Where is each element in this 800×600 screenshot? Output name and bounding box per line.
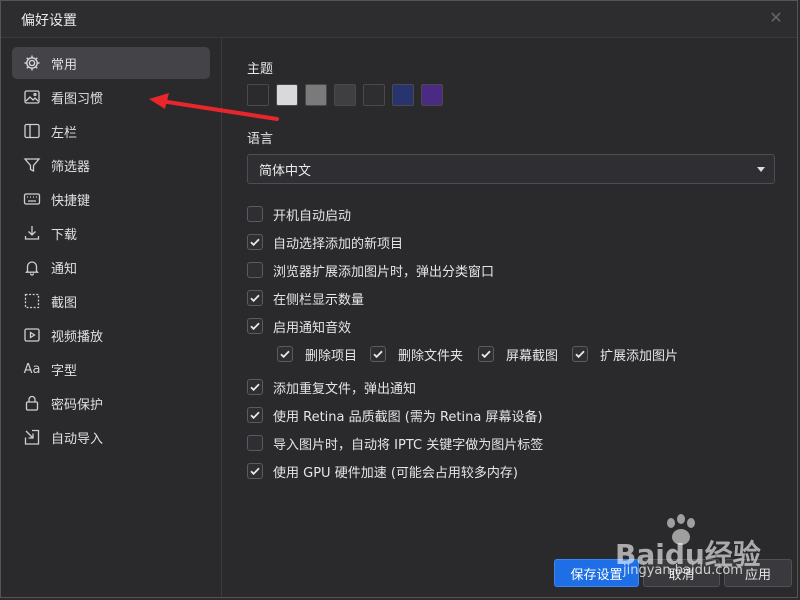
video-play-icon	[23, 326, 41, 344]
option-label: 在侧栏显示数量	[273, 292, 365, 308]
option-sidebar-count[interactable]: 在侧栏显示数量	[247, 288, 364, 308]
sidebar-item-shortcuts[interactable]: 快捷键	[12, 183, 210, 215]
option-label: 浏览器扩展添加图片时，弹出分类窗口	[273, 264, 495, 280]
option-label: 自动选择添加的新项目	[273, 236, 404, 252]
keyboard-icon	[23, 190, 41, 208]
sidebar-item-download[interactable]: 下载	[12, 217, 210, 249]
sidebar-item-label: 筛选器	[51, 159, 91, 175]
cancel-button[interactable]: 取消	[643, 559, 720, 587]
apply-button[interactable]: 应用	[724, 559, 792, 587]
option-auto-select-new[interactable]: 自动选择添加的新项目	[247, 232, 403, 252]
checkbox[interactable]	[370, 346, 386, 362]
option-notification-sound[interactable]: 启用通知音效	[247, 316, 351, 336]
theme-swatch-5[interactable]	[392, 84, 414, 106]
sidebar-item-label: 密码保护	[51, 397, 104, 413]
window-title: 偏好设置	[21, 13, 77, 29]
language-label: 语言	[247, 132, 274, 147]
sound-option-screenshot[interactable]: 屏幕截图	[478, 344, 558, 364]
image-icon	[23, 88, 41, 106]
sidebar-item-notifications[interactable]: 通知	[12, 251, 210, 283]
sidebar-item-viewing-habits[interactable]: 看图习惯	[12, 81, 210, 113]
option-iptc-keywords[interactable]: 导入图片时，自动将 IPTC 关键字做为图片标签	[247, 433, 543, 453]
option-browser-extension-popup[interactable]: 浏览器扩展添加图片时，弹出分类窗口	[247, 260, 494, 280]
theme-swatch-2[interactable]	[305, 84, 327, 106]
gear-icon	[23, 54, 41, 72]
checkbox[interactable]	[247, 463, 263, 479]
checkbox[interactable]	[247, 318, 263, 334]
option-label: 屏幕截图	[506, 348, 559, 364]
theme-swatch-6[interactable]	[421, 84, 443, 106]
theme-swatch-4[interactable]	[363, 84, 385, 106]
sidebar-item-label: 快捷键	[51, 193, 91, 209]
option-label: 开机自动启动	[273, 208, 352, 224]
option-gpu-acceleration[interactable]: 使用 GPU 硬件加速 (可能会占用较多内存)	[247, 461, 518, 481]
option-label: 使用 GPU 硬件加速 (可能会占用较多内存)	[273, 465, 518, 481]
sound-option-extension-add[interactable]: 扩展添加图片	[572, 344, 678, 364]
option-label: 启用通知音效	[273, 320, 352, 336]
sidebar-item-label: 左栏	[51, 125, 78, 141]
theme-label: 主题	[247, 62, 274, 77]
sidebar-item-password-protection[interactable]: 密码保护	[12, 387, 210, 419]
checkbox[interactable]	[247, 379, 263, 395]
sidebar-item-label: 自动导入	[51, 431, 104, 447]
checkbox[interactable]	[247, 435, 263, 451]
filter-icon	[23, 156, 41, 174]
option-label: 删除文件夹	[398, 348, 464, 364]
checkbox[interactable]	[247, 206, 263, 222]
sidebar-item-video-playback[interactable]: 视频播放	[12, 319, 210, 351]
auto-import-icon	[23, 428, 41, 446]
sidebar-item-label: 常用	[51, 57, 78, 73]
font-icon: Aa	[23, 361, 41, 377]
sidebar-item-auto-import[interactable]: 自动导入	[12, 421, 210, 453]
screenshot-icon	[23, 292, 41, 310]
option-label: 扩展添加图片	[600, 348, 679, 364]
sound-option-delete-item[interactable]: 删除项目	[277, 344, 357, 364]
settings-sidebar: 常用 看图习惯 左栏 筛选器 快捷键 下载 通知 截图 视频播放 Aa 字型 密…	[1, 38, 222, 597]
option-auto-start[interactable]: 开机自动启动	[247, 204, 351, 224]
close-icon[interactable]: ✕	[767, 9, 785, 27]
checkbox[interactable]	[247, 290, 263, 306]
checkbox[interactable]	[277, 346, 293, 362]
settings-content: 主题 语言 简体中文 开机自动启动 自动选择添加的新项目 浏览器扩展添加图片时，…	[222, 38, 797, 597]
sidebar-item-label: 看图习惯	[51, 91, 104, 107]
sidebar-item-label: 下载	[51, 227, 78, 243]
language-select[interactable]: 简体中文	[247, 154, 775, 184]
sidebar-item-label: 通知	[51, 261, 78, 277]
checkbox[interactable]	[247, 262, 263, 278]
option-label: 删除项目	[305, 348, 358, 364]
theme-swatch-0[interactable]	[247, 84, 269, 106]
theme-swatch-1[interactable]	[276, 84, 298, 106]
option-retina-screenshot[interactable]: 使用 Retina 品质截图 (需为 Retina 屏幕设备)	[247, 405, 543, 425]
sidebar-item-general[interactable]: 常用	[12, 47, 210, 79]
sound-option-delete-folder[interactable]: 删除文件夹	[370, 344, 463, 364]
option-label: 导入图片时，自动将 IPTC 关键字做为图片标签	[273, 437, 544, 453]
sidebar-item-label: 视频播放	[51, 329, 104, 345]
title-bar: 偏好设置 ✕	[1, 1, 797, 38]
bell-icon	[23, 258, 41, 276]
theme-swatch-3[interactable]	[334, 84, 356, 106]
option-label: 使用 Retina 品质截图 (需为 Retina 屏幕设备)	[273, 409, 543, 425]
language-select-value: 简体中文	[259, 163, 312, 179]
sidebar-item-screenshot[interactable]: 截图	[12, 285, 210, 317]
checkbox[interactable]	[572, 346, 588, 362]
save-settings-button[interactable]: 保存设置	[554, 559, 639, 587]
sidebar-item-label: 截图	[51, 295, 78, 311]
sidebar-item-left-panel[interactable]: 左栏	[12, 115, 210, 147]
caret-down-icon	[757, 167, 765, 172]
sidebar-item-label: 字型	[51, 363, 78, 379]
checkbox[interactable]	[247, 234, 263, 250]
option-label: 添加重复文件，弹出通知	[273, 381, 417, 397]
sidebar-panel-icon	[23, 122, 41, 140]
sidebar-item-filter[interactable]: 筛选器	[12, 149, 210, 181]
checkbox[interactable]	[247, 407, 263, 423]
lock-icon	[23, 394, 41, 412]
checkbox[interactable]	[478, 346, 494, 362]
option-duplicate-notify[interactable]: 添加重复文件，弹出通知	[247, 377, 416, 397]
preferences-window: 偏好设置 ✕ 常用 看图习惯 左栏 筛选器 快捷键 下载 通知 截图 视频播放 …	[0, 0, 798, 598]
sidebar-item-font[interactable]: Aa 字型	[12, 353, 210, 385]
download-icon	[23, 224, 41, 242]
